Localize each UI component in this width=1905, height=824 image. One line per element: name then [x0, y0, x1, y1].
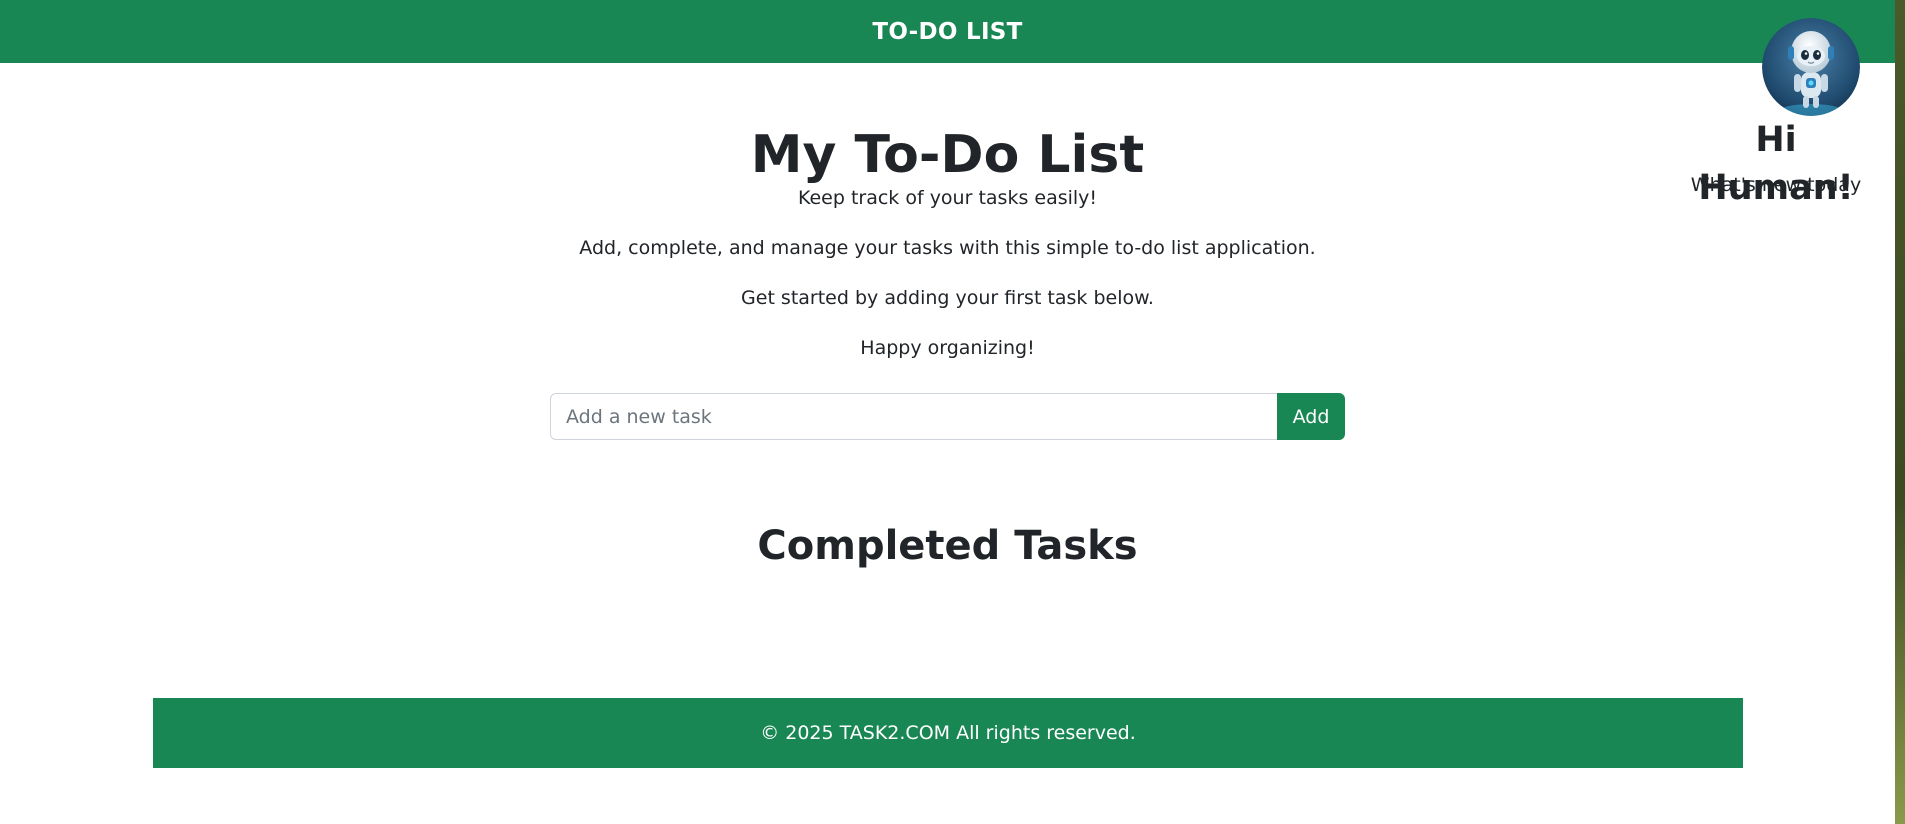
footer-copyright: © 2025 TASK2.COM All rights reserved. [760, 722, 1136, 744]
desktop-edge [1895, 0, 1905, 824]
page-description: Add, complete, and manage your tasks wit… [579, 237, 1316, 259]
page-tagline: Keep track of your tasks easily! [797, 187, 1098, 209]
add-task-button[interactable]: Add [1277, 393, 1345, 440]
main-content: My To-Do List Keep track of your tasks e… [0, 120, 1895, 373]
top-navbar: TO-DO LIST [0, 0, 1905, 63]
page-signoff: Happy organizing! [860, 337, 1035, 359]
profile-subtitle: What's new today [1690, 174, 1862, 196]
footer: © 2025 TASK2.COM All rights reserved. [153, 698, 1743, 768]
robot-avatar-icon[interactable] [1762, 18, 1860, 116]
completed-tasks-heading: Completed Tasks [757, 523, 1138, 569]
navbar-title: TO-DO LIST [872, 18, 1023, 45]
add-task-form: Add [550, 393, 1345, 440]
page-prompt: Get started by adding your first task be… [741, 287, 1154, 309]
new-task-input[interactable] [550, 393, 1277, 440]
